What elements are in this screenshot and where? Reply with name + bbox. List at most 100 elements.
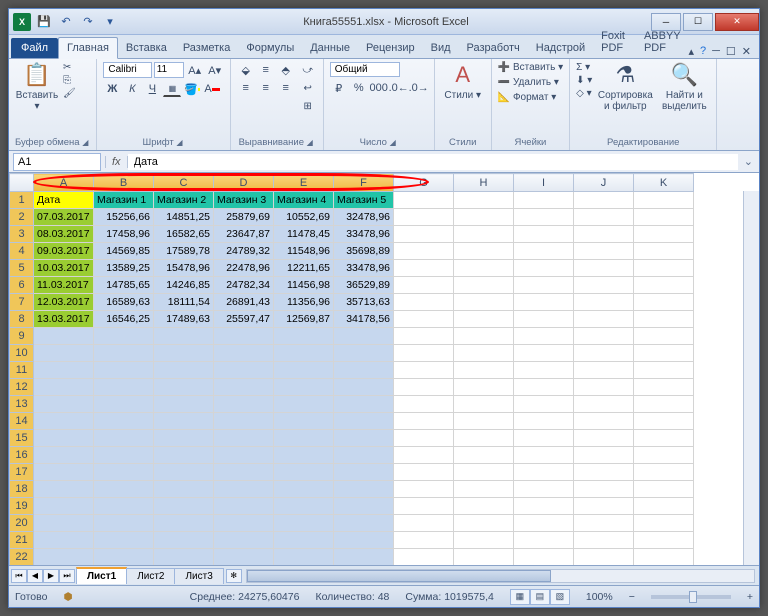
cell[interactable] [154,430,214,447]
cell[interactable] [394,549,454,566]
redo-icon[interactable]: ↷ [79,13,97,31]
cell[interactable] [634,294,694,311]
cell[interactable] [634,277,694,294]
ribbon-tab[interactable]: Вставка [118,38,175,58]
cell[interactable] [214,447,274,464]
cell[interactable] [154,532,214,549]
cell[interactable] [154,464,214,481]
cell[interactable] [394,260,454,277]
new-sheet-button[interactable]: ✻ [226,569,242,583]
cell[interactable] [514,311,574,328]
cell[interactable]: 11356,96 [274,294,334,311]
cell[interactable] [634,430,694,447]
column-header[interactable]: G [394,174,454,192]
cell[interactable] [574,209,634,226]
cell[interactable]: 24782,34 [214,277,274,294]
underline-button[interactable]: Ч [143,81,161,97]
cell[interactable] [454,328,514,345]
cell[interactable]: 32478,96 [334,209,394,226]
cell[interactable] [394,345,454,362]
cell[interactable] [514,260,574,277]
cell[interactable] [214,430,274,447]
cell[interactable] [514,549,574,566]
cell[interactable] [634,260,694,277]
merge-icon[interactable]: ⊞ [299,98,317,114]
sheet-tab[interactable]: Лист1 [76,567,127,584]
sheet-tab[interactable]: Лист3 [174,568,223,584]
select-all-corner[interactable] [10,174,34,192]
row-header[interactable]: 18 [10,481,34,498]
cell[interactable] [34,515,94,532]
cell[interactable] [154,328,214,345]
cell[interactable] [514,379,574,396]
cell[interactable] [634,481,694,498]
ribbon-tab[interactable]: ABBYY PDF [636,26,689,58]
cell[interactable] [34,345,94,362]
find-select-button[interactable]: 🔍Найти и выделить [658,62,710,112]
cell[interactable] [394,192,454,209]
cell[interactable] [454,430,514,447]
cell[interactable]: 17489,63 [154,311,214,328]
cell[interactable]: 11456,98 [274,277,334,294]
cell[interactable]: 14785,65 [94,277,154,294]
cell[interactable] [514,481,574,498]
row-header[interactable]: 16 [10,447,34,464]
cell[interactable]: Дата [34,192,94,209]
cell[interactable] [274,532,334,549]
formula-input[interactable] [128,154,738,170]
cell[interactable] [154,498,214,515]
ribbon-tab[interactable]: Вид [423,38,459,58]
cell[interactable]: 35713,63 [334,294,394,311]
cell[interactable] [94,345,154,362]
paste-button[interactable]: 📋Вставить ▾ [15,62,59,112]
row-header[interactable]: 22 [10,549,34,566]
cell[interactable] [394,396,454,413]
view-layout-icon[interactable]: ▤ [530,589,550,605]
cell[interactable] [334,362,394,379]
cell[interactable] [454,260,514,277]
grow-font-icon[interactable]: A▴ [186,62,204,78]
cell[interactable] [574,345,634,362]
undo-icon[interactable]: ↶ [57,13,75,31]
cell[interactable] [274,430,334,447]
column-header[interactable]: A [34,174,94,192]
cell[interactable] [574,328,634,345]
row-header[interactable]: 7 [10,294,34,311]
cell[interactable]: 16582,65 [154,226,214,243]
row-header[interactable]: 19 [10,498,34,515]
cell[interactable] [634,192,694,209]
row-header[interactable]: 20 [10,515,34,532]
ribbon-tab[interactable]: Foxit PDF [593,26,636,58]
row-header[interactable]: 13 [10,396,34,413]
fill-color-button[interactable]: 🪣 [183,81,201,97]
cell[interactable] [34,328,94,345]
italic-button[interactable]: К [123,81,141,97]
ribbon-tab[interactable]: Рецензир [358,38,423,58]
cell[interactable] [94,481,154,498]
cell[interactable] [634,328,694,345]
cell[interactable]: 14851,25 [154,209,214,226]
tab-nav-last-icon[interactable]: ⏭ [59,569,75,583]
font-name-select[interactable]: Calibri [103,62,151,78]
cell[interactable] [94,464,154,481]
view-pagebreak-icon[interactable]: ▧ [550,589,570,605]
column-header[interactable]: I [514,174,574,192]
cell[interactable]: 14246,85 [154,277,214,294]
cell[interactable]: 15478,96 [154,260,214,277]
view-normal-icon[interactable]: ▦ [510,589,530,605]
cell[interactable] [514,515,574,532]
cell[interactable] [154,362,214,379]
tab-nav-prev-icon[interactable]: ◀ [27,569,43,583]
cell[interactable] [454,532,514,549]
cell[interactable] [454,379,514,396]
cell[interactable] [454,447,514,464]
cell[interactable] [514,362,574,379]
cell[interactable]: 33478,96 [334,260,394,277]
cell[interactable] [634,345,694,362]
row-header[interactable]: 8 [10,311,34,328]
cell[interactable]: 11548,96 [274,243,334,260]
font-color-button[interactable]: A [203,81,221,97]
cell[interactable]: 11.03.2017 [34,277,94,294]
cell[interactable] [514,396,574,413]
cell[interactable] [514,192,574,209]
